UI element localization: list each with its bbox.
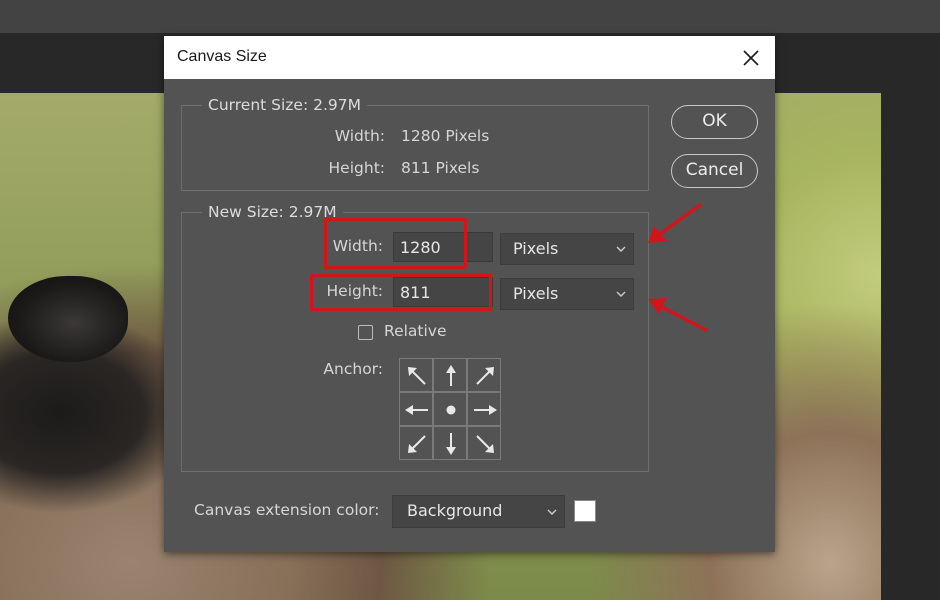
width-unit-select[interactable]: Pixels <box>500 233 634 265</box>
height-unit-select[interactable]: Pixels <box>500 278 634 310</box>
width-highlight-box <box>324 218 467 269</box>
dog-nose-image <box>8 276 128 362</box>
anchor-label: Anchor: <box>323 360 383 378</box>
chevron-down-icon <box>616 246 626 252</box>
current-height-value: 811 Pixels <box>401 159 480 177</box>
extension-color-label: Canvas extension color: <box>194 501 380 519</box>
anchor-top-left[interactable] <box>399 358 433 392</box>
anchor-dot-icon <box>446 405 456 415</box>
anchor-center[interactable] <box>433 392 467 426</box>
relative-label: Relative <box>384 322 447 340</box>
extension-color-swatch[interactable] <box>574 500 596 522</box>
arrow-down-right-icon <box>476 435 494 453</box>
anchor-top-right[interactable] <box>467 358 501 392</box>
dialog-titlebar: Canvas Size <box>164 36 775 79</box>
height-unit-value: Pixels <box>513 284 559 303</box>
current-size-legend: Current Size: 2.97M <box>202 95 367 115</box>
close-icon[interactable] <box>741 48 761 68</box>
current-height-label: Height: <box>328 159 385 177</box>
relative-checkbox[interactable] <box>358 325 373 340</box>
cancel-button[interactable]: Cancel <box>671 154 758 188</box>
chevron-down-icon <box>616 291 626 297</box>
anchor-top-center[interactable] <box>433 358 467 392</box>
extension-color-value: Background <box>407 501 503 520</box>
arrow-up-icon <box>446 365 456 386</box>
arrow-left-icon <box>405 405 428 415</box>
height-highlight-box <box>310 274 492 311</box>
ok-button[interactable]: OK <box>671 105 758 139</box>
anchor-middle-right[interactable] <box>467 392 501 426</box>
new-size-legend: New Size: 2.97M <box>202 202 343 222</box>
anchor-bottom-center[interactable] <box>433 426 467 460</box>
anchor-bottom-left[interactable] <box>399 426 433 460</box>
extension-color-select[interactable]: Background <box>392 495 565 528</box>
width-unit-value: Pixels <box>513 239 559 258</box>
arrow-down-left-icon <box>408 435 426 453</box>
anchor-grid <box>399 358 501 460</box>
anchor-middle-left[interactable] <box>399 392 433 426</box>
current-width-label: Width: <box>334 127 385 145</box>
arrow-down-icon <box>446 433 456 455</box>
app-menubar <box>0 0 940 33</box>
dialog-title: Canvas Size <box>177 48 267 65</box>
arrow-up-left-icon <box>408 367 426 385</box>
anchor-bottom-right[interactable] <box>467 426 501 460</box>
chevron-down-icon <box>547 509 557 515</box>
current-size-group: Current Size: 2.97M Width: 1280 Pixels H… <box>181 95 649 191</box>
arrow-up-right-icon <box>476 367 494 385</box>
arrow-right-icon <box>474 405 497 415</box>
current-width-value: 1280 Pixels <box>401 127 490 145</box>
